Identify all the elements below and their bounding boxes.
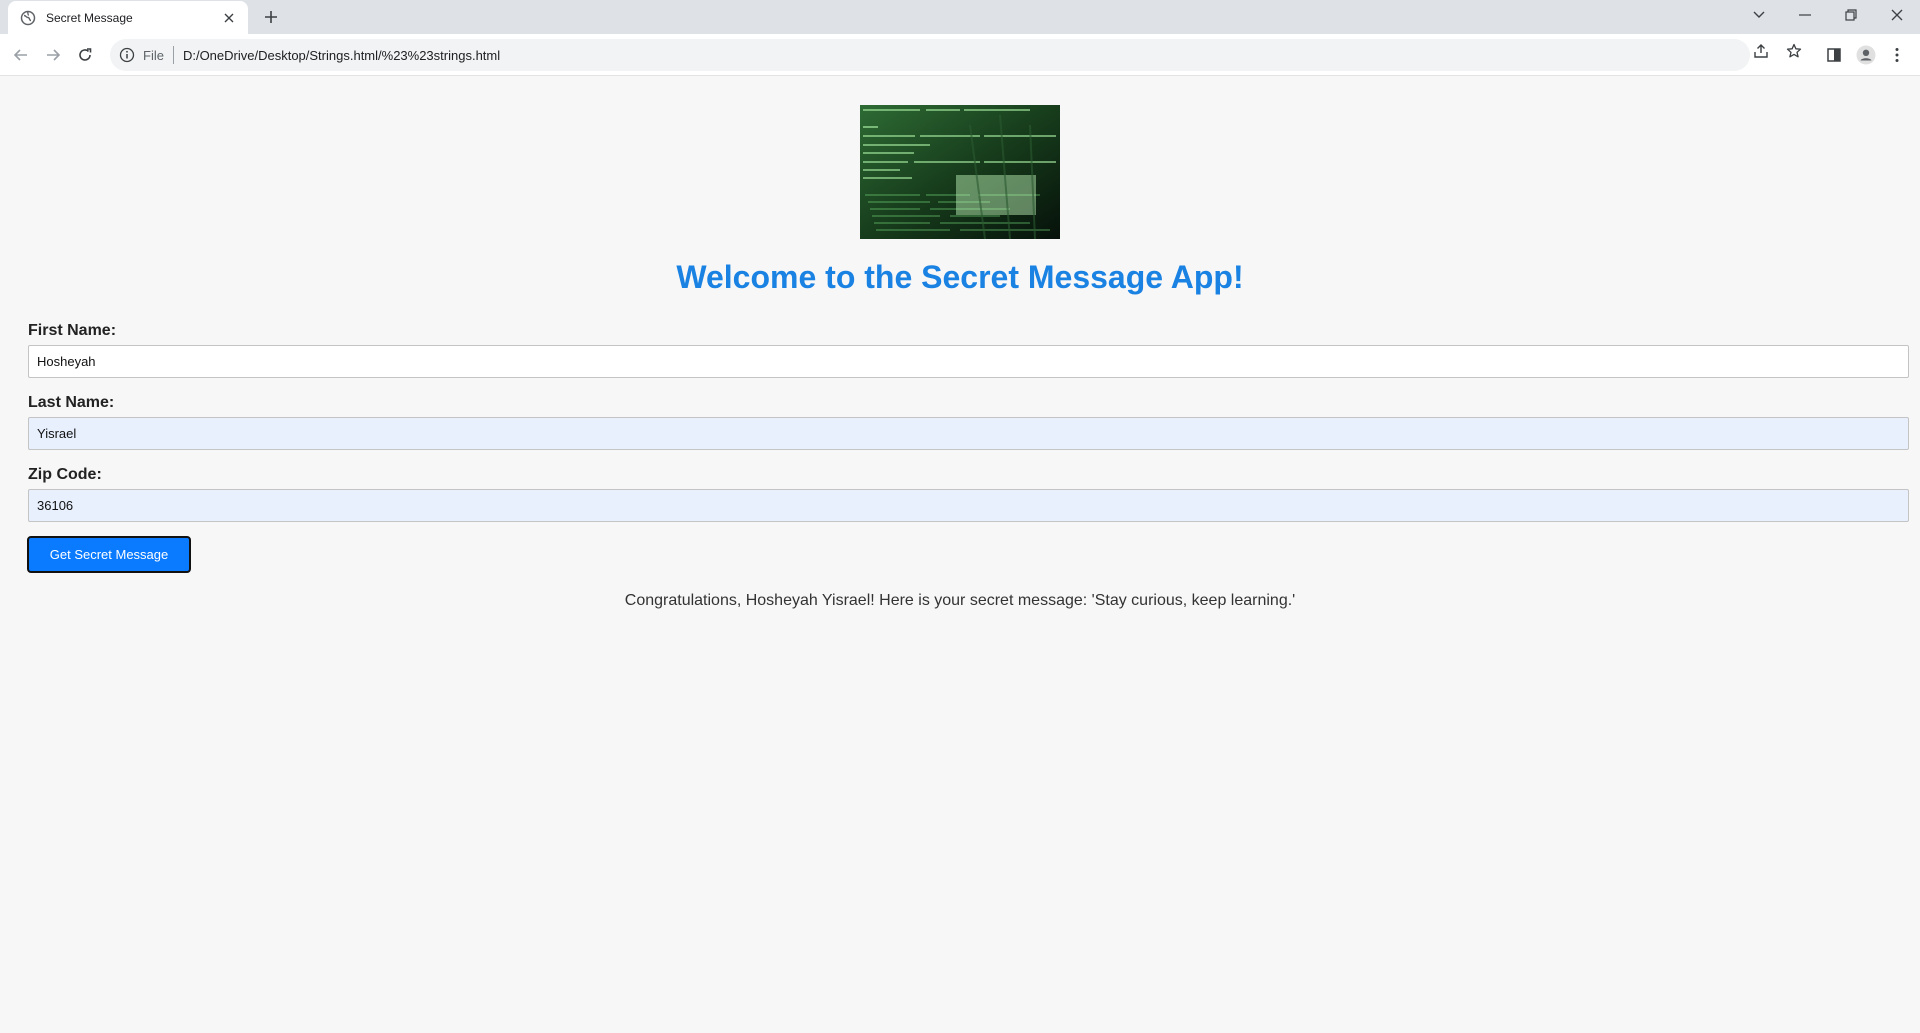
restore-icon[interactable]: [1828, 0, 1874, 30]
share-icon[interactable]: [1752, 42, 1770, 60]
tab-title: Secret Message: [46, 10, 133, 25]
menu-kebab-icon[interactable]: [1886, 44, 1908, 66]
zip-code-input[interactable]: [28, 489, 1909, 522]
address-bar[interactable]: File D:/OneDrive/Desktop/Strings.html/%2…: [110, 39, 1750, 71]
page-content: Welcome to the Secret Message App! First…: [0, 77, 1920, 1033]
get-secret-message-button[interactable]: Get Secret Message: [27, 536, 191, 573]
last-name-input[interactable]: [28, 417, 1909, 450]
bookmark-star-icon[interactable]: [1785, 42, 1803, 60]
zip-code-label: Zip Code:: [28, 466, 102, 483]
url-scheme: File: [143, 47, 164, 63]
globe-icon: [20, 10, 36, 26]
minimize-icon[interactable]: [1782, 0, 1828, 30]
tab-search-icon[interactable]: [1736, 0, 1782, 30]
address-divider: [172, 46, 174, 64]
close-tab-icon[interactable]: [220, 9, 238, 27]
forward-icon[interactable]: [41, 43, 65, 67]
url-text[interactable]: D:/OneDrive/Desktop/Strings.html/%23%23s…: [183, 48, 500, 63]
page-title: Welcome to the Secret Message App!: [676, 259, 1244, 295]
first-name-input[interactable]: [28, 345, 1909, 378]
profile-avatar-icon[interactable]: [1855, 44, 1877, 66]
info-icon[interactable]: [119, 47, 135, 63]
secret-message-result: Congratulations, Hosheyah Yisrael! Here …: [624, 592, 1296, 609]
close-window-icon[interactable]: [1874, 0, 1920, 30]
tab-secret-message[interactable]: Secret Message: [8, 1, 248, 34]
side-panel-icon[interactable]: [1823, 44, 1845, 66]
tab-strip: Secret Message: [0, 0, 1920, 34]
last-name-label: Last Name:: [28, 394, 115, 411]
back-icon[interactable]: [9, 43, 33, 67]
code-image: [860, 105, 1060, 239]
new-tab-button[interactable]: [260, 6, 282, 28]
first-name-label: First Name:: [28, 322, 117, 339]
browser-toolbar: File D:/OneDrive/Desktop/Strings.html/%2…: [0, 34, 1920, 76]
reload-icon[interactable]: [73, 43, 97, 67]
